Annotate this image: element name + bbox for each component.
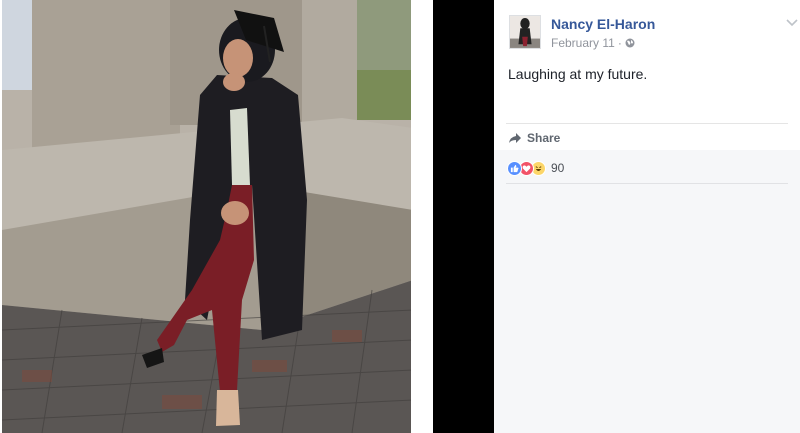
like-reaction-icon <box>507 160 522 176</box>
share-label: Share <box>527 131 561 145</box>
divider <box>506 183 788 184</box>
graduation-photo <box>2 0 413 433</box>
post-date[interactable]: February 11 <box>551 36 615 50</box>
avatar[interactable] <box>509 15 541 49</box>
share-button[interactable]: Share <box>508 129 560 147</box>
avatar-image <box>510 16 540 48</box>
chevron-down-icon[interactable] <box>785 17 799 29</box>
globe-icon[interactable] <box>625 38 635 48</box>
share-arrow-icon <box>509 133 521 143</box>
post-photo[interactable] <box>2 0 413 433</box>
comments-area <box>494 150 800 433</box>
meta-separator: · <box>617 36 622 50</box>
divider <box>506 123 788 124</box>
author-name[interactable]: Nancy El-Haron <box>551 16 655 32</box>
post-meta: February 11 · <box>551 36 635 50</box>
viewer-divider <box>433 0 494 433</box>
post-sidebar: Nancy El-Haron February 11 · Laughing at… <box>494 0 800 433</box>
photo-gap <box>411 0 433 433</box>
post-header: Nancy El-Haron February 11 · <box>509 13 799 53</box>
reactions-summary[interactable]: 90 <box>507 159 564 177</box>
post-text: Laughing at my future. <box>508 66 648 82</box>
reaction-count: 90 <box>551 161 565 175</box>
